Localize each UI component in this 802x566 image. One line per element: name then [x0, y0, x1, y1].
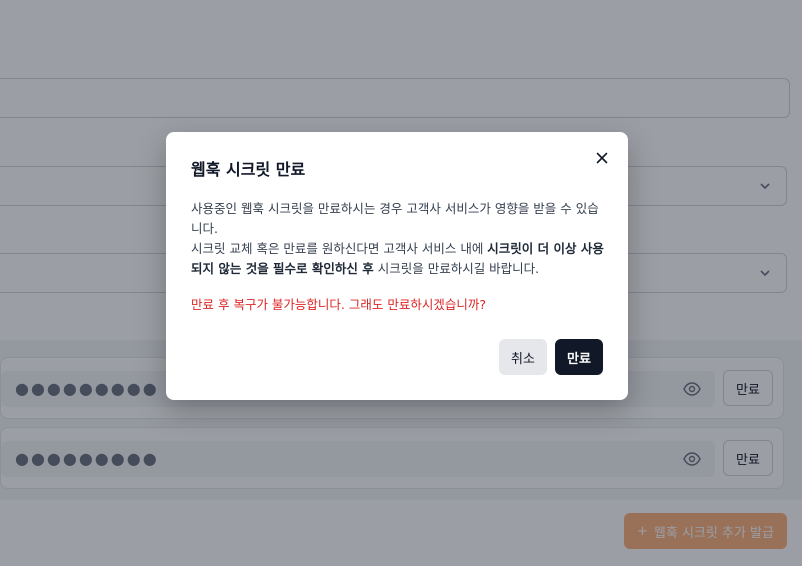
dialog-body-line2: 시크릿 교체 혹은 만료를 원하신다면 고객사 서비스 내에 시크릿이 더 이상…: [191, 239, 609, 279]
cancel-button[interactable]: 취소: [499, 339, 547, 375]
body-text: 시크릿 교체 혹은 만료를 원하신다면 고객사 서비스 내에: [191, 241, 488, 256]
body-text: 시크릿을 만료하시길 바랍니다.: [373, 261, 540, 276]
dialog-body: 사용중인 웹훅 시크릿을 만료하시는 경우 고객사 서비스가 영향을 받을 수 …: [191, 199, 609, 279]
dialog-body-line1: 사용중인 웹훅 시크릿을 만료하시는 경우 고객사 서비스가 영향을 받을 수 …: [191, 201, 599, 236]
irreversible-warning: 만료 후 복구가 불가능합니다. 그래도 만료하시겠습니까?: [191, 297, 486, 312]
dialog-title: 웹훅 시크릿 만료: [191, 160, 306, 179]
confirm-expire-button[interactable]: 만료: [555, 339, 603, 375]
close-button[interactable]: [592, 148, 612, 168]
expire-secret-dialog: 웹훅 시크릿 만료 사용중인 웹훅 시크릿을 만료하시는 경우 고객사 서비스가…: [166, 132, 628, 400]
close-icon: [596, 152, 608, 164]
